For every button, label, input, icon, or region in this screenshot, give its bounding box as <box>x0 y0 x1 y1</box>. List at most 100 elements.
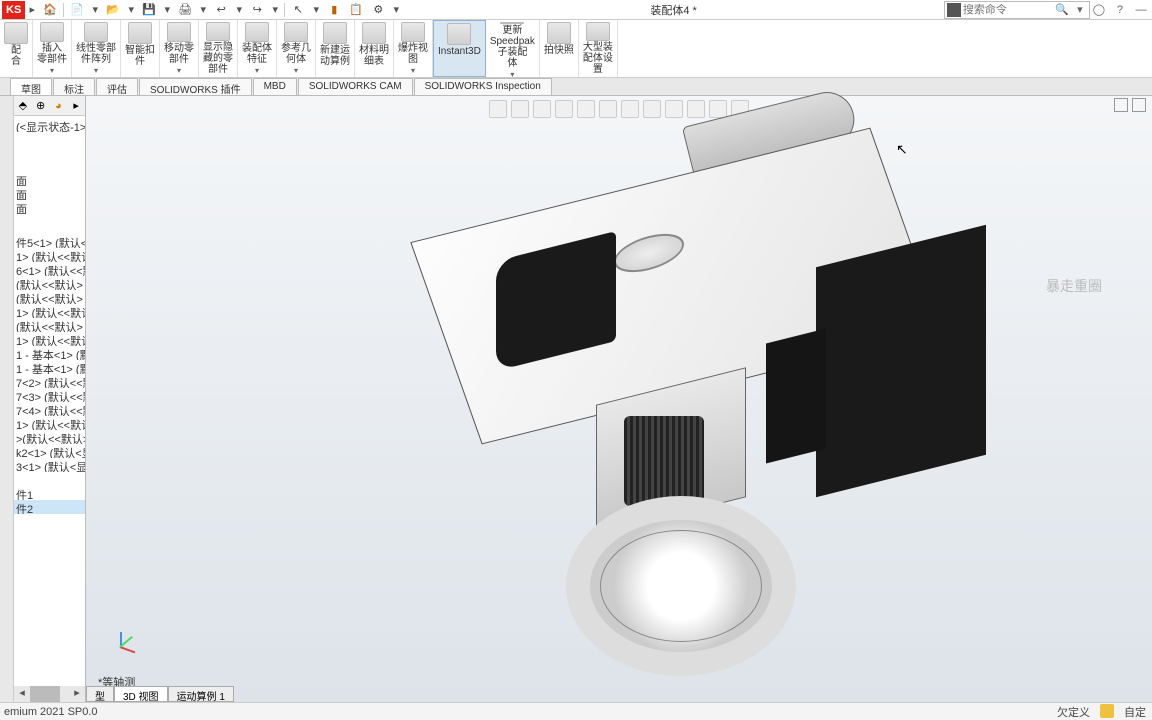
bottom-tab-3dview[interactable]: 3D 视图 <box>114 686 168 702</box>
new-dd[interactable]: ▾ <box>88 3 102 16</box>
feature-tree-panel: ⬘ ⊕ ◕ ▸ (<显示状态-1>) 面 面 面 件5<1> (默认<<默认> … <box>14 96 86 702</box>
viewport-maximize-icon[interactable] <box>1132 98 1146 112</box>
open-dd[interactable]: ▾ <box>124 3 138 16</box>
mouse-cursor-icon: ↖ <box>896 141 908 158</box>
options-icon[interactable]: 📋 <box>348 2 364 18</box>
home-icon[interactable]: 🏠 <box>42 2 58 18</box>
tree-item[interactable]: 6<1> (默认<<默认>_显 <box>14 262 85 276</box>
ribbon-speedpak[interactable]: 更新 Speedpak 子装配 体▾ <box>486 20 540 77</box>
tree-item[interactable]: 1 - 基本<1> (默认<<默 <box>14 346 85 360</box>
tab-mbd[interactable]: MBD <box>253 78 297 95</box>
tree-item[interactable]: 7<3> (默认<<默认>_显 <box>14 388 85 402</box>
user-icon[interactable]: ◯ <box>1090 3 1108 16</box>
fm-arrow-icon[interactable]: ▸ <box>67 97 85 115</box>
tree-item[interactable]: (默认<<默认>_显示状 <box>14 290 85 304</box>
app-logo: KS <box>2 1 25 19</box>
tab-annotation[interactable]: 标注 <box>53 78 95 95</box>
bottom-tab-motion[interactable]: 运动算例 1 <box>168 686 234 702</box>
tree-plane[interactable]: 面 <box>14 200 85 214</box>
tab-evaluate[interactable]: 评估 <box>96 78 138 95</box>
tree-item[interactable]: (默认<<默认>_显示状 <box>14 318 85 332</box>
search-input[interactable] <box>963 4 1053 16</box>
tree-item[interactable]: 1> (默认<<默认>_显示 <box>14 332 85 346</box>
search-box[interactable]: 🔍 ▾ <box>944 1 1090 19</box>
tree-display-state[interactable]: (<显示状态-1>) <box>14 118 85 132</box>
ribbon-new-motion-study[interactable]: 新建运 动算例 <box>316 20 355 77</box>
ribbon-snapshot[interactable]: 拍快照 <box>540 20 579 77</box>
ribbon-linear-pattern[interactable]: 线性零部 件阵列▾ <box>72 20 121 77</box>
tree-item-selected[interactable]: 件2 <box>14 500 85 514</box>
ribbon-exploded-view[interactable]: 爆炸视 图▾ <box>394 20 433 77</box>
tree-item[interactable]: 件5<1> (默认<<默认> <box>14 234 85 248</box>
ribbon-show-hidden[interactable]: 显示隐 藏的零 部件 <box>199 20 238 77</box>
settings-icon[interactable]: ⚙ <box>370 2 386 18</box>
settings-dd[interactable]: ▾ <box>389 3 403 16</box>
tab-sketch[interactable]: 草图 <box>10 78 52 95</box>
viewport-window-icon[interactable] <box>1114 98 1128 112</box>
ribbon-mate[interactable]: 配 合 <box>0 20 33 77</box>
ribbon-large-assembly[interactable]: 大型装 配体设 置 <box>579 20 618 77</box>
tree-item[interactable]: 7<4> (默认<<默认>_显 <box>14 402 85 416</box>
select-dd[interactable]: ▾ <box>309 3 323 16</box>
ribbon-smart-fasteners[interactable]: 智能扣 件 <box>121 20 160 77</box>
tab-cam[interactable]: SOLIDWORKS CAM <box>298 78 413 95</box>
fm-tree-icon[interactable]: ⬘ <box>14 97 32 115</box>
search-mode-icon[interactable] <box>947 3 961 17</box>
tab-inspection[interactable]: SOLIDWORKS Inspection <box>414 78 552 95</box>
bottom-tab-model[interactable]: 型 <box>86 686 114 702</box>
fm-config-icon[interactable]: ⊕ <box>32 97 50 115</box>
tree-item[interactable]: 1> (默认<<默认>_显示 <box>14 248 85 262</box>
logo-dropdown-icon[interactable]: ▸ <box>25 3 39 16</box>
redo-icon[interactable]: ↪ <box>249 2 265 18</box>
new-icon[interactable]: 📄 <box>69 2 85 18</box>
tree-item[interactable]: >(默认<<默认>_显示状 <box>14 430 85 444</box>
tree-item[interactable]: 件1 <box>14 486 85 500</box>
tree-scrollbar[interactable]: ◂▸ <box>14 686 85 702</box>
tree-item[interactable]: 3<1> (默认<显示状态- <box>14 458 85 472</box>
watermark-text: 暴走重圈 <box>1046 276 1102 296</box>
tree-item[interactable]: 7<2> (默认<<默认>_显 <box>14 374 85 388</box>
tab-addins[interactable]: SOLIDWORKS 插件 <box>139 78 252 95</box>
tree-item[interactable]: k2<1> (默认<显示状态- <box>14 444 85 458</box>
tree-item[interactable]: 1> (默认<<默认>_显示 <box>14 304 85 318</box>
search-icon[interactable]: 🔍 <box>1053 3 1071 16</box>
ribbon-instant3d[interactable]: Instant3D <box>433 20 486 77</box>
status-custom: 自定 <box>1124 704 1146 720</box>
rebuild-icon[interactable]: ▮ <box>326 2 342 18</box>
tree-item[interactable]: 1> (默认<<默认>_显示 <box>14 416 85 430</box>
search-dd[interactable]: ▾ <box>1071 3 1089 16</box>
feature-tree[interactable]: (<显示状态-1>) 面 面 面 件5<1> (默认<<默认> 1> (默认<<… <box>14 116 85 686</box>
select-icon[interactable]: ↖ <box>290 2 306 18</box>
open-icon[interactable]: 📂 <box>105 2 121 18</box>
redo-dd[interactable]: ▾ <box>268 3 282 16</box>
fm-display-icon[interactable]: ◕ <box>50 97 68 115</box>
document-title: 装配体4 * <box>403 2 944 18</box>
status-version: emium 2021 SP0.0 <box>0 706 98 718</box>
status-rebuild-icon[interactable] <box>1100 704 1114 718</box>
ribbon-insert-component[interactable]: 插入 零部件▾ <box>33 20 72 77</box>
tree-item[interactable]: (默认<<默认>_显示状 <box>14 276 85 290</box>
help-icon[interactable]: ? <box>1111 4 1129 16</box>
ribbon-ref-geometry[interactable]: 参考几 何体▾ <box>277 20 316 77</box>
tree-item[interactable]: 1 - 基本<1> (默认<<默 <box>14 360 85 374</box>
feature-tree-tabs: ⬘ ⊕ ◕ ▸ <box>14 96 85 116</box>
orientation-triad[interactable] <box>106 632 136 662</box>
save-dd[interactable]: ▾ <box>160 3 174 16</box>
side-column[interactable] <box>0 96 14 702</box>
ribbon-bom[interactable]: 材料明 细表 <box>355 20 394 77</box>
main-area: ⬘ ⊕ ◕ ▸ (<显示状态-1>) 面 面 面 件5<1> (默认<<默认> … <box>0 96 1152 702</box>
print-icon[interactable]: 🖨 <box>177 2 193 18</box>
print-dd[interactable]: ▾ <box>196 3 210 16</box>
undo-icon[interactable]: ↩ <box>213 2 229 18</box>
tree-plane[interactable]: 面 <box>14 172 85 186</box>
minimize-icon[interactable]: — <box>1132 4 1150 16</box>
menu-bar: KS ▸ 🏠 📄▾ 📂▾ 💾▾ 🖨▾ ↩▾ ↪▾ ↖▾ ▮ 📋 ⚙▾ 装配体4 … <box>0 0 1152 20</box>
command-tabs: 草图 标注 评估 SOLIDWORKS 插件 MBD SOLIDWORKS CA… <box>0 78 1152 96</box>
status-bar: emium 2021 SP0.0 欠定义 自定 <box>0 702 1152 720</box>
ribbon-assembly-features[interactable]: 装配体 特征▾ <box>238 20 277 77</box>
undo-dd[interactable]: ▾ <box>232 3 246 16</box>
tree-plane[interactable]: 面 <box>14 186 85 200</box>
3d-viewport[interactable]: 暴走重圈 ↖ *等轴测 型 3D 视图 运动算例 1 <box>86 96 1152 702</box>
save-icon[interactable]: 💾 <box>141 2 157 18</box>
ribbon-move-component[interactable]: 移动零 部件▾ <box>160 20 199 77</box>
